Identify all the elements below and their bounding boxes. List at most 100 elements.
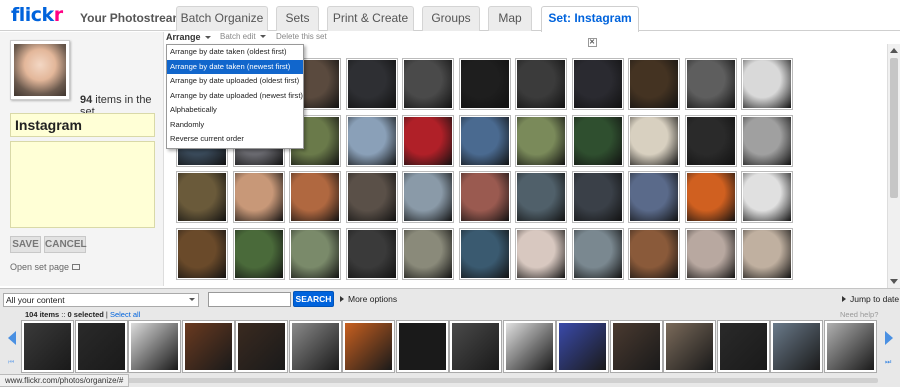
tray-photo-image	[827, 323, 874, 370]
header-bar: flickr Your Photostream Batch Organize S…	[0, 0, 900, 47]
photo-thumbnail[interactable]	[685, 228, 737, 280]
photo-thumbnail[interactable]	[741, 171, 793, 223]
photo-thumbnail[interactable]	[289, 228, 341, 280]
photo-thumbnail[interactable]	[402, 171, 454, 223]
tray-photo-thumbnail[interactable]	[771, 321, 822, 372]
jump-to-date-link[interactable]: Jump to date	[842, 294, 899, 304]
skip-first-icon[interactable]: ⏮	[8, 359, 14, 367]
tray-photo-image	[24, 323, 71, 370]
photo-thumbnail[interactable]	[572, 115, 624, 167]
tray-photo-thumbnail[interactable]	[129, 321, 180, 372]
photo-thumbnail[interactable]	[741, 115, 793, 167]
tray-photo-thumbnail[interactable]	[825, 321, 876, 372]
batch-edit-button[interactable]: Batch edit	[220, 32, 266, 41]
tray-photo-thumbnail[interactable]	[22, 321, 73, 372]
grid-scrollbar[interactable]	[887, 44, 900, 288]
set-description-field[interactable]	[10, 141, 155, 228]
arrange-button[interactable]: Arrange	[166, 32, 211, 42]
tab-groups[interactable]: Groups	[422, 6, 480, 31]
photo-thumbnail[interactable]	[515, 228, 567, 280]
menu-item-date-taken-newest[interactable]: Arrange by date taken (newest first)	[167, 59, 303, 74]
flickr-logo[interactable]: flickr	[11, 4, 63, 26]
photo-thumbnail[interactable]	[741, 228, 793, 280]
photo-thumbnail[interactable]	[346, 58, 398, 110]
tray-photo-thumbnail[interactable]	[504, 321, 555, 372]
photo-thumbnail[interactable]	[459, 228, 511, 280]
skip-last-icon[interactable]: ⏭	[885, 359, 891, 367]
need-help-link[interactable]: Need help?	[840, 310, 878, 319]
photo-thumbnail[interactable]	[459, 58, 511, 110]
tab-set-instagram[interactable]: Set: Instagram✕	[541, 6, 639, 47]
tray-photo-thumbnail[interactable]	[450, 321, 501, 372]
photo-thumbnail[interactable]	[628, 58, 680, 110]
photo-thumbnail[interactable]	[685, 115, 737, 167]
tray-photo-thumbnail[interactable]	[236, 321, 287, 372]
photo-thumbnail[interactable]	[233, 171, 285, 223]
tab-print-create[interactable]: Print & Create	[327, 6, 414, 31]
select-all-link[interactable]: Select all	[110, 310, 140, 319]
photo-thumbnail[interactable]	[572, 171, 624, 223]
photo-thumbnail[interactable]	[346, 115, 398, 167]
photo-thumbnail[interactable]	[515, 58, 567, 110]
menu-item-alphabetically[interactable]: Alphabetically	[167, 103, 303, 118]
content-filter-select[interactable]: All your content	[3, 293, 199, 307]
triangle-right-icon	[340, 296, 344, 302]
photo-thumbnail[interactable]	[176, 171, 228, 223]
tray-photo-thumbnail[interactable]	[664, 321, 715, 372]
menu-item-date-taken-oldest[interactable]: Arrange by date taken (oldest first)	[167, 45, 303, 60]
photo-thumbnail[interactable]	[628, 115, 680, 167]
app-title[interactable]: Your Photostream	[80, 11, 183, 25]
photo-thumbnail[interactable]	[572, 228, 624, 280]
photo-thumbnail[interactable]	[402, 58, 454, 110]
scroll-down-icon[interactable]	[890, 279, 898, 284]
photo-thumbnail[interactable]	[685, 58, 737, 110]
photo-thumbnail[interactable]	[233, 228, 285, 280]
more-options-link[interactable]: More options	[340, 294, 397, 304]
scroll-up-icon[interactable]	[890, 48, 898, 53]
delete-set-link[interactable]: Delete this set	[276, 32, 327, 41]
cancel-button[interactable]: CANCEL	[44, 236, 87, 253]
tab-map[interactable]: Map	[488, 6, 532, 31]
photo-thumbnail[interactable]	[628, 171, 680, 223]
tray-photo-thumbnail[interactable]	[611, 321, 662, 372]
search-input[interactable]	[208, 292, 291, 307]
tray-photo-thumbnail[interactable]	[343, 321, 394, 372]
tray-scrollbar[interactable]	[22, 378, 878, 383]
photo-thumbnail[interactable]	[176, 228, 228, 280]
photo-thumbnail[interactable]	[572, 58, 624, 110]
photo-thumbnail[interactable]	[402, 115, 454, 167]
photo-thumbnail[interactable]	[459, 171, 511, 223]
menu-item-date-uploaded-newest[interactable]: Arrange by date uploaded (newest first)	[167, 89, 303, 104]
arrow-left-icon[interactable]	[8, 331, 16, 345]
search-button[interactable]: SEARCH	[293, 291, 334, 307]
tray-photo-thumbnail[interactable]	[557, 321, 608, 372]
arrow-right-icon[interactable]	[885, 331, 893, 345]
photo-thumbnail[interactable]	[685, 171, 737, 223]
menu-item-randomly[interactable]: Randomly	[167, 118, 303, 133]
open-set-page-link[interactable]: Open set page	[10, 262, 81, 272]
save-button[interactable]: SAVE	[10, 236, 41, 253]
menu-item-date-uploaded-oldest[interactable]: Arrange by date uploaded (oldest first)	[167, 74, 303, 89]
photo-thumbnail[interactable]	[515, 171, 567, 223]
photo-thumbnail[interactable]	[459, 115, 511, 167]
photo-thumbnail[interactable]	[402, 228, 454, 280]
photo-thumbnail[interactable]	[346, 171, 398, 223]
tab-sets[interactable]: Sets	[276, 6, 319, 31]
photo-thumbnail[interactable]	[289, 171, 341, 223]
tray-photo-thumbnail[interactable]	[76, 321, 127, 372]
tray-photo-thumbnail[interactable]	[290, 321, 341, 372]
scrollbar-thumb[interactable]	[890, 58, 898, 198]
selection-selected: 0 selected	[67, 310, 104, 319]
photo-image	[461, 173, 509, 221]
photo-thumbnail[interactable]	[741, 58, 793, 110]
tray-photo-thumbnail[interactable]	[718, 321, 769, 372]
photo-thumbnail[interactable]	[628, 228, 680, 280]
tab-batch-organize[interactable]: Batch Organize	[176, 6, 268, 31]
tray-photo-thumbnail[interactable]	[183, 321, 234, 372]
set-title-field[interactable]: Instagram	[10, 113, 155, 137]
photo-thumbnail[interactable]	[515, 115, 567, 167]
tray-photo-thumbnail[interactable]	[397, 321, 448, 372]
photo-image	[348, 230, 396, 278]
photo-thumbnail[interactable]	[346, 228, 398, 280]
menu-item-reverse-order[interactable]: Reverse current order	[167, 132, 303, 147]
